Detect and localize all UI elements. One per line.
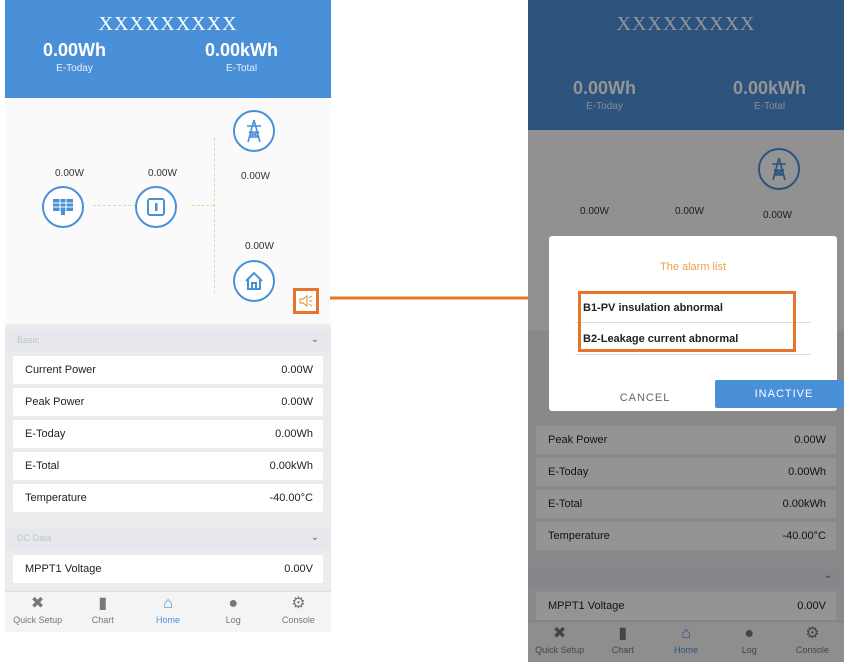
home-power: 0.00W bbox=[245, 241, 274, 252]
inverter-wire bbox=[192, 205, 214, 206]
e-total-row: E-Total 0.00kWh bbox=[13, 452, 323, 480]
row-value: 0.00V bbox=[284, 563, 313, 575]
row-label: E-Total bbox=[25, 460, 60, 472]
e-today-label: E-Today bbox=[56, 63, 93, 74]
pv-power: 0.00W bbox=[55, 168, 84, 179]
row-value: 0.00W bbox=[281, 364, 313, 376]
temperature-row: Temperature -40.00°C bbox=[13, 484, 323, 512]
alarm-button[interactable] bbox=[293, 288, 319, 314]
app-title: XXXXXXXXX bbox=[98, 13, 238, 35]
pv-wire bbox=[93, 205, 141, 206]
energy-flow-diagram: 0.00W 0.00W 0.00W 0.00W bbox=[5, 98, 331, 324]
dialog-title: The alarm list bbox=[659, 261, 727, 273]
tab-home[interactable]: ⌂ Home bbox=[135, 592, 200, 632]
cancel-button[interactable]: CANCEL bbox=[585, 386, 705, 410]
home-screen: XXXXXXXXX 0.00Wh E-Today 0.00kWh E-Total… bbox=[5, 0, 331, 632]
tab-quick-setup[interactable]: ✖ Quick Setup bbox=[5, 592, 70, 632]
inactive-button[interactable]: INACTIVE bbox=[715, 380, 844, 408]
info-icon: ● bbox=[228, 595, 239, 612]
e-today-value: 0.00Wh bbox=[43, 40, 107, 60]
tab-chart[interactable]: ▮ Chart bbox=[70, 592, 135, 632]
basic-section-header[interactable]: Basic ⌄ bbox=[5, 330, 331, 352]
inverter-power: 0.00W bbox=[148, 168, 177, 179]
tab-log[interactable]: ● Log bbox=[201, 592, 266, 632]
row-label: Current Power bbox=[25, 364, 96, 376]
solar-panel-icon[interactable] bbox=[42, 186, 84, 228]
row-value: -40.00°C bbox=[269, 492, 313, 504]
tab-console[interactable]: ⚙ Console bbox=[266, 592, 331, 632]
basic-section-label: Basic bbox=[17, 335, 40, 345]
e-total-stat: 0.00kWh E-Total bbox=[205, 40, 278, 74]
home-icon: ⌂ bbox=[163, 595, 173, 612]
grid-tower-icon[interactable] bbox=[233, 110, 275, 152]
grid-power: 0.00W bbox=[241, 171, 270, 182]
gear-icon: ⚙ bbox=[291, 595, 306, 612]
e-total-label: E-Total bbox=[225, 63, 258, 74]
tools-icon: ✖ bbox=[30, 595, 45, 612]
bus-wire bbox=[214, 138, 215, 293]
e-today-row: E-Today 0.00Wh bbox=[13, 420, 323, 448]
row-label: MPPT1 Voltage bbox=[25, 563, 102, 575]
bottom-tab-bar: ✖ Quick Setup ▮ Chart ⌂ Home ● Log ⚙ Console bbox=[5, 591, 331, 632]
alarm-highlight-frame bbox=[578, 291, 796, 352]
row-value: 0.00kWh bbox=[269, 460, 313, 472]
inverter-icon[interactable] bbox=[135, 186, 177, 228]
home-icon[interactable] bbox=[233, 260, 275, 302]
e-today-stat: 0.00Wh E-Today bbox=[43, 40, 106, 74]
row-value: 0.00Wh bbox=[275, 428, 313, 440]
row-value: 0.00W bbox=[281, 396, 313, 408]
chevron-down-icon: ⌄ bbox=[310, 532, 319, 543]
peak-power-row: Peak Power 0.00W bbox=[13, 388, 323, 416]
row-label: Peak Power bbox=[25, 396, 85, 408]
mppt-row: MPPT1 Voltage 0.00V bbox=[13, 555, 323, 583]
chart-icon: ▮ bbox=[98, 595, 108, 612]
chevron-down-icon: ⌄ bbox=[310, 334, 319, 345]
dc-section-label: DC Data bbox=[17, 533, 52, 543]
dc-section-header[interactable]: DC Data ⌄ bbox=[5, 528, 331, 550]
speaker-icon bbox=[299, 294, 313, 308]
divider bbox=[575, 354, 811, 355]
row-label: E-Today bbox=[25, 428, 66, 440]
row-label: Temperature bbox=[25, 492, 87, 504]
current-power-row: Current Power 0.00W bbox=[13, 356, 323, 384]
e-total-value: 0.00kWh bbox=[205, 40, 279, 60]
header: XXXXXXXXX 0.00Wh E-Today 0.00kWh E-Total bbox=[5, 0, 331, 98]
